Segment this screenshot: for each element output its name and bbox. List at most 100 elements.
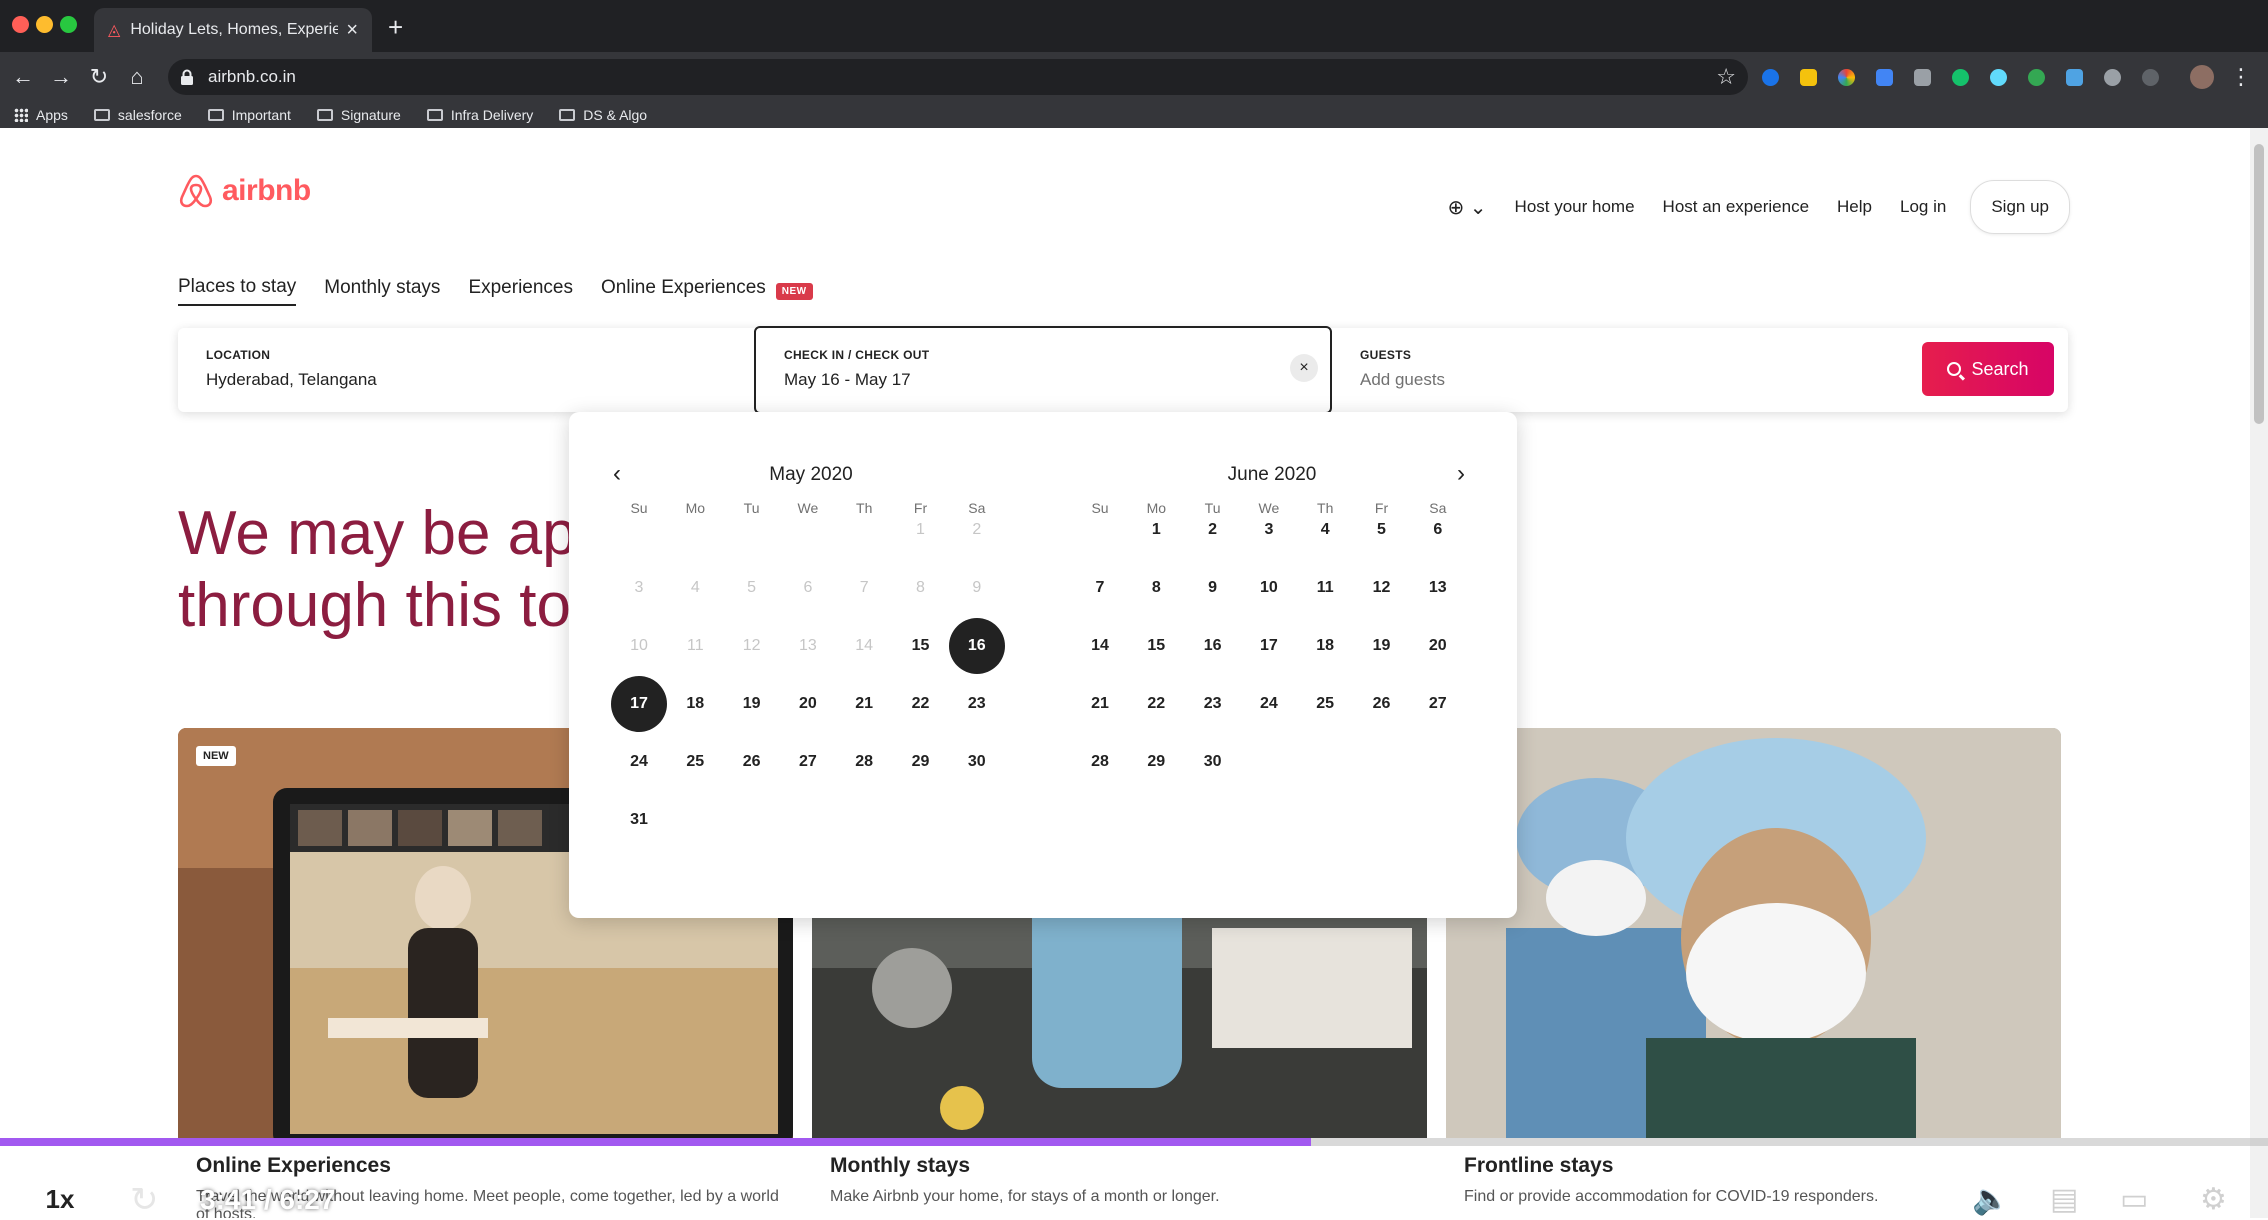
calendar-day[interactable]: 20 (1410, 618, 1466, 674)
extension-icon[interactable] (1876, 69, 1893, 86)
calendar-day[interactable]: 21 (836, 676, 892, 732)
signup-button[interactable]: Sign up (1970, 180, 2070, 234)
clear-dates-icon[interactable]: × (1290, 354, 1318, 382)
transcript-icon[interactable]: ▤ (2050, 1182, 2078, 1217)
close-tab-icon[interactable]: × (346, 19, 358, 42)
calendar-day[interactable]: 19 (724, 676, 780, 732)
calendar-day[interactable]: 24 (1241, 676, 1297, 732)
nav-login[interactable]: Log in (1900, 197, 1946, 217)
calendar-day[interactable]: 22 (893, 676, 949, 732)
calendar-day[interactable]: 25 (667, 734, 723, 790)
video-progress-bar[interactable] (0, 1138, 2268, 1146)
reload-button[interactable]: ↻ (86, 64, 112, 90)
calendar-day[interactable]: 26 (1354, 676, 1410, 732)
selected-day[interactable]: 16 (948, 618, 1005, 674)
back-button[interactable]: ← (10, 64, 36, 90)
calendar-day[interactable]: 18 (667, 676, 723, 732)
extension-icon[interactable] (1762, 69, 1779, 86)
calendar-day[interactable]: 15 (893, 618, 949, 674)
browser-tab[interactable]: ◬ Holiday Lets, Homes, Experiences × (94, 8, 372, 52)
extension-icon[interactable] (1800, 69, 1817, 86)
bookmark-folder[interactable]: Important (207, 107, 291, 123)
tab-online-experiences[interactable]: Online Experiences (601, 277, 766, 305)
calendar-day[interactable]: 23 (1185, 676, 1241, 732)
prev-month-chevron-icon[interactable]: ‹ (613, 460, 621, 488)
extension-icon[interactable] (1990, 69, 2007, 86)
calendar-day[interactable]: 27 (780, 734, 836, 790)
calendar-day[interactable]: 21 (1072, 676, 1128, 732)
tab-places-to-stay[interactable]: Places to stay (178, 276, 297, 306)
calendar-day[interactable]: 14 (1072, 618, 1128, 674)
extension-icon[interactable] (1914, 69, 1931, 86)
calendar-day[interactable]: 3 (1241, 502, 1297, 558)
maximize-window-button[interactable] (60, 16, 77, 33)
calendar-day[interactable]: 5 (1354, 502, 1410, 558)
new-tab-button[interactable]: + (388, 12, 403, 43)
extension-icon[interactable] (2028, 69, 2045, 86)
nav-host-experience[interactable]: Host an experience (1663, 197, 1809, 217)
minimize-window-button[interactable] (36, 16, 53, 33)
captions-icon[interactable]: ▭ (2120, 1182, 2148, 1217)
extension-icon[interactable] (2142, 69, 2159, 86)
calendar-day[interactable]: 8 (1128, 560, 1184, 616)
bookmark-folder[interactable]: salesforce (93, 107, 182, 123)
extension-icon[interactable] (2104, 69, 2121, 86)
calendar-day[interactable]: 27 (1410, 676, 1466, 732)
selected-day[interactable]: 17 (611, 676, 667, 732)
dates-field[interactable]: CHECK IN / CHECK OUT May 16 - May 17 × (754, 326, 1332, 414)
calendar-day[interactable]: 23 (949, 676, 1005, 732)
calendar-day[interactable]: 28 (836, 734, 892, 790)
calendar-day[interactable]: 30 (1185, 734, 1241, 790)
settings-gear-icon[interactable]: ⚙ (2200, 1182, 2227, 1217)
nav-host-home[interactable]: Host your home (1515, 197, 1635, 217)
search-button[interactable]: Search (1922, 342, 2054, 396)
calendar-day[interactable]: 9 (1185, 560, 1241, 616)
browser-menu-icon[interactable]: ⋮ (2228, 64, 2254, 90)
bookmark-star-icon[interactable]: ☆ (1716, 64, 1736, 90)
calendar-day[interactable]: 24 (611, 734, 667, 790)
extension-icon[interactable] (2066, 69, 2083, 86)
calendar-day[interactable]: 16 (1185, 618, 1241, 674)
forward-button[interactable]: → (48, 64, 74, 90)
calendar-day[interactable]: 17 (1241, 618, 1297, 674)
bookmark-folder[interactable]: Infra Delivery (426, 107, 533, 123)
calendar-day[interactable]: 28 (1072, 734, 1128, 790)
bookmark-folder[interactable]: Signature (316, 107, 401, 123)
location-field[interactable]: LOCATION Hyderabad, Telangana (178, 328, 754, 412)
calendar-day[interactable]: 6 (1410, 502, 1466, 558)
tab-monthly-stays[interactable]: Monthly stays (324, 277, 440, 305)
calendar-day[interactable]: 13 (1410, 560, 1466, 616)
url-field[interactable]: airbnb.co.in ☆ (168, 59, 1748, 95)
calendar-day[interactable]: 4 (1297, 502, 1353, 558)
calendar-day[interactable]: 29 (893, 734, 949, 790)
nav-help[interactable]: Help (1837, 197, 1872, 217)
extension-icon[interactable] (1838, 69, 1855, 86)
calendar-day[interactable]: 26 (724, 734, 780, 790)
scrollbar-thumb[interactable] (2254, 144, 2264, 424)
volume-icon[interactable]: 🔈 (1972, 1182, 2009, 1217)
airbnb-logo[interactable]: airbnb (178, 172, 311, 210)
guests-field[interactable]: GUESTS Add guests (1332, 328, 1892, 412)
extension-icon[interactable] (1952, 69, 1969, 86)
calendar-day[interactable]: 15 (1128, 618, 1184, 674)
playback-speed-button[interactable]: 1x (12, 1180, 108, 1218)
bookmark-apps[interactable]: Apps (14, 107, 68, 123)
calendar-day[interactable]: 2 (1185, 502, 1241, 558)
calendar-day[interactable]: 18 (1297, 618, 1353, 674)
calendar-day[interactable]: 20 (780, 676, 836, 732)
calendar-day[interactable]: 29 (1128, 734, 1184, 790)
bookmark-folder[interactable]: DS & Algo (559, 107, 647, 123)
language-globe-icon[interactable]: ⊕ ⌄ (1447, 195, 1486, 220)
calendar-day[interactable]: 11 (1297, 560, 1353, 616)
close-window-button[interactable] (12, 16, 29, 33)
page-scrollbar[interactable] (2250, 128, 2268, 1218)
calendar-day[interactable]: 7 (1072, 560, 1128, 616)
calendar-day[interactable]: 31 (611, 792, 667, 848)
tab-experiences[interactable]: Experiences (468, 277, 573, 305)
calendar-day[interactable]: 30 (949, 734, 1005, 790)
calendar-day[interactable]: 22 (1128, 676, 1184, 732)
profile-avatar[interactable] (2190, 65, 2214, 89)
next-month-chevron-icon[interactable]: › (1457, 460, 1465, 488)
calendar-day[interactable]: 12 (1354, 560, 1410, 616)
home-button[interactable]: ⌂ (124, 64, 150, 90)
